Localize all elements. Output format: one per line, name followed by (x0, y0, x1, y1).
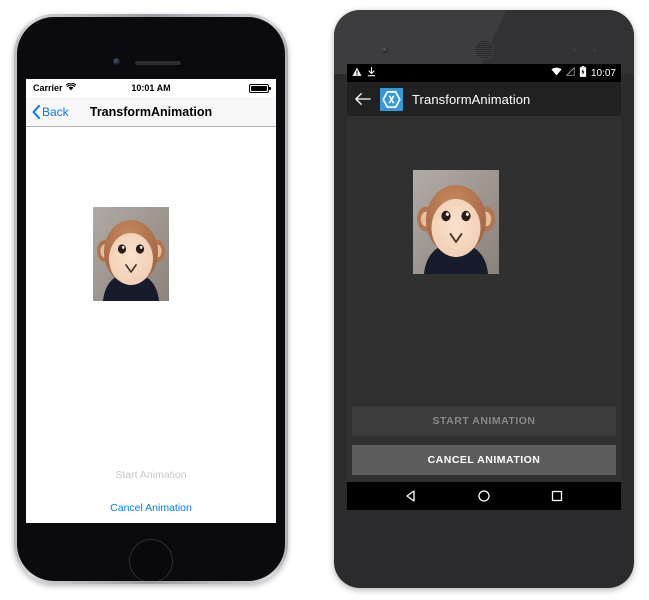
cancel-animation-button[interactable]: Cancel Animation (26, 502, 276, 514)
android-status-left (352, 66, 376, 80)
ios-carrier-label: Carrier (33, 83, 63, 93)
android-navigation-bar (347, 482, 621, 510)
ios-back-button[interactable]: Back (32, 104, 69, 119)
iphone-body: Carrier 10:01 AM Back TransformAnimation… (17, 17, 285, 581)
battery-charging-icon (579, 66, 587, 80)
android-status-right: 10:07 (551, 66, 616, 80)
nav-recents-square-icon[interactable] (550, 489, 564, 503)
proximity-sensors-icon (574, 49, 596, 52)
wifi-icon (551, 67, 562, 79)
ios-button-group: Start Animation Cancel Animation (26, 469, 276, 514)
front-camera-icon (382, 47, 388, 53)
earpiece-speaker-icon (474, 40, 494, 60)
ios-status-right (249, 83, 271, 93)
android-screen: 10:07 TransformAnimation START ANIMATION… (347, 64, 621, 510)
home-button[interactable] (129, 539, 173, 581)
cancel-animation-button[interactable]: CANCEL ANIMATION (352, 445, 616, 475)
front-camera-icon (113, 58, 120, 65)
android-status-bar: 10:07 (347, 64, 621, 82)
ios-screen: Carrier 10:01 AM Back TransformAnimation… (26, 79, 276, 523)
earpiece-speaker-icon (135, 61, 181, 65)
monkey-photo (93, 207, 169, 301)
monkey-photo (413, 170, 499, 274)
start-animation-button[interactable]: Start Animation (26, 469, 276, 481)
warning-triangle-icon (352, 67, 362, 80)
android-device: 10:07 TransformAnimation START ANIMATION… (334, 10, 634, 588)
ios-navigation-bar: Back TransformAnimation (26, 97, 276, 127)
signal-none-icon (565, 66, 575, 79)
ios-content-area: Start Animation Cancel Animation (26, 127, 276, 523)
ios-carrier-group: Carrier (33, 82, 76, 93)
download-icon (367, 66, 376, 80)
ios-status-bar: Carrier 10:01 AM (26, 79, 276, 97)
arrow-back-icon[interactable] (355, 92, 371, 106)
start-animation-button[interactable]: START ANIMATION (352, 406, 616, 436)
ios-back-label: Back (42, 104, 69, 119)
android-clock: 10:07 (590, 67, 616, 79)
nav-back-triangle-icon[interactable] (404, 489, 418, 503)
nav-home-circle-icon[interactable] (477, 489, 491, 503)
android-page-title: TransformAnimation (412, 91, 531, 107)
android-toolbar: TransformAnimation (347, 82, 621, 116)
battery-full-icon (249, 83, 271, 93)
chevron-left-icon (32, 104, 40, 119)
android-button-group: START ANIMATION CANCEL ANIMATION (347, 406, 621, 475)
iphone-device: Carrier 10:01 AM Back TransformAnimation… (14, 14, 288, 584)
wifi-icon (65, 82, 76, 93)
android-content-area: START ANIMATION CANCEL ANIMATION (347, 116, 621, 482)
xamarin-logo-icon (380, 87, 403, 111)
